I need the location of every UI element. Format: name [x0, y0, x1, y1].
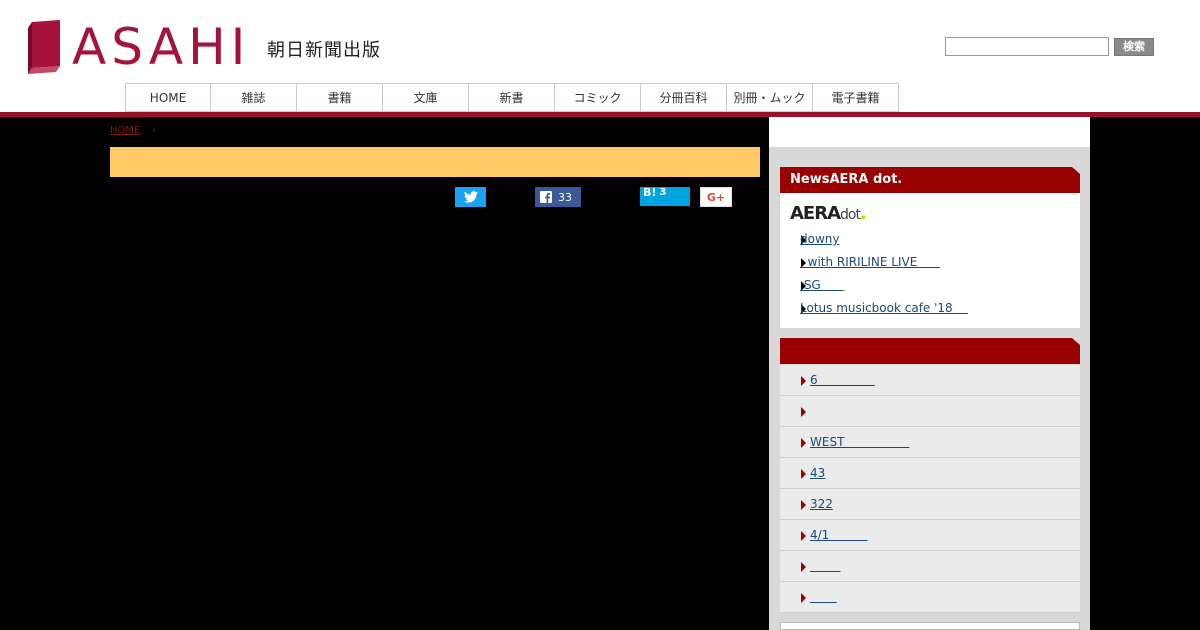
news-link[interactable]: Lotus musicbook cafe '18	[800, 301, 968, 315]
list-item: WEST	[780, 427, 1080, 458]
hatena-bookmark-button[interactable]: B! 3	[640, 187, 690, 206]
list-item: 322	[780, 489, 1080, 520]
book-logo-icon[interactable]	[26, 20, 64, 74]
twitter-icon	[463, 191, 478, 203]
article-title-bar	[110, 147, 760, 177]
facebook-share-count: 33	[558, 190, 572, 204]
ranking-link[interactable]: WEST	[810, 435, 909, 449]
ranking-link[interactable]	[810, 559, 841, 573]
arrow-icon	[801, 469, 806, 479]
news-link[interactable]: downy	[800, 232, 839, 246]
nav-item-comics[interactable]: コミック	[555, 83, 641, 112]
ranking-link[interactable]: 6	[810, 373, 875, 387]
list-item	[780, 582, 1080, 613]
ranking-link[interactable]: 43	[810, 466, 825, 480]
list-item	[780, 551, 1080, 582]
news-box-title: NewsAERA dot.	[780, 167, 1080, 193]
sidebar: NewsAERA dot. AERAdot. downy with RIRILI…	[769, 117, 1090, 630]
ranking-list: 6 WEST 43 322 4/1	[780, 365, 1080, 613]
nav-item-mooks[interactable]: 別冊・ムック	[727, 83, 813, 112]
news-link[interactable]: SG	[800, 278, 844, 292]
nav-item-shinsho[interactable]: 新書	[469, 83, 555, 112]
arrow-icon	[801, 376, 806, 386]
list-item	[780, 396, 1080, 427]
logo-text[interactable]: ASAHI	[72, 14, 250, 80]
list-item: 43	[780, 458, 1080, 489]
arrow-icon	[801, 500, 806, 510]
ranking-link[interactable]	[810, 590, 837, 604]
ranking-link[interactable]: 322	[810, 497, 833, 511]
arrow-icon	[801, 531, 806, 541]
sidebar-top-panel	[769, 117, 1090, 147]
news-link[interactable]: with RIRILINE LIVE	[800, 255, 940, 269]
search-input[interactable]	[945, 37, 1109, 56]
arrow-icon	[801, 438, 806, 448]
aera-dot-logo[interactable]: AERAdot.	[790, 203, 867, 226]
list-item: 6	[780, 365, 1080, 396]
nav-item-books[interactable]: 書籍	[297, 83, 383, 112]
list-item: 4/1	[780, 520, 1080, 551]
breadcrumb-home[interactable]: HOME	[110, 125, 140, 136]
google-plus-icon: G+	[706, 190, 726, 204]
arrow-icon	[801, 593, 806, 603]
site-header: ASAHI 朝日新聞出版 検索 HOME 雑誌 書籍 文庫 新書 コミック 分冊…	[0, 0, 1200, 112]
hatena-bookmark-count: 3	[659, 187, 667, 198]
twitter-share-button[interactable]	[455, 187, 486, 207]
facebook-icon	[540, 191, 552, 203]
search-button[interactable]: 検索	[1114, 38, 1154, 56]
nav-item-ebooks[interactable]: 電子書籍	[813, 83, 899, 112]
nav-item-bunko[interactable]: 文庫	[383, 83, 469, 112]
breadcrumb-separator: ›	[152, 125, 156, 136]
ranking-box-title	[780, 338, 1080, 364]
ranking-link[interactable]: 4/1	[810, 528, 867, 542]
nav-item-home[interactable]: HOME	[125, 83, 211, 112]
sidebar-next-box	[780, 622, 1080, 630]
main-nav: HOME 雑誌 書籍 文庫 新書 コミック 分冊百科 別冊・ムック 電子書籍	[125, 83, 899, 112]
arrow-icon	[801, 407, 806, 417]
news-box: AERAdot. downy with RIRILINE LIVE SG Lot…	[780, 193, 1080, 328]
google-plus-button[interactable]: G+	[700, 187, 732, 207]
nav-item-partworks[interactable]: 分冊百科	[641, 83, 727, 112]
hatena-bookmark-icon: B!	[643, 186, 657, 199]
logo-subtitle: 朝日新聞出版	[267, 40, 381, 61]
nav-item-magazines[interactable]: 雑誌	[211, 83, 297, 112]
facebook-share-button[interactable]: 33	[535, 187, 581, 207]
arrow-icon	[801, 562, 806, 572]
